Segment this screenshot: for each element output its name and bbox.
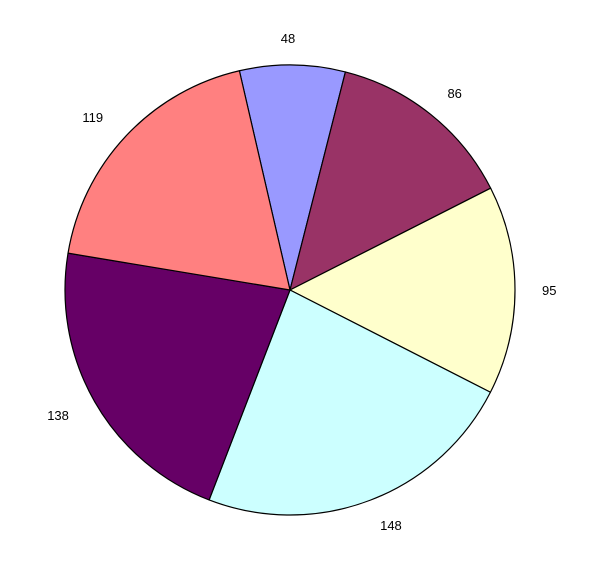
pie-slice-label: 95 [542,283,556,298]
pie-chart: 48 86 95 148 138 119 [0,0,605,577]
pie-svg [0,0,605,577]
pie-slice-label: 48 [281,31,295,46]
pie-slice-label: 148 [380,518,402,533]
pie-slice-label: 86 [447,86,461,101]
pie-slice-label: 138 [47,408,69,423]
pie-slice-label: 119 [82,110,103,125]
